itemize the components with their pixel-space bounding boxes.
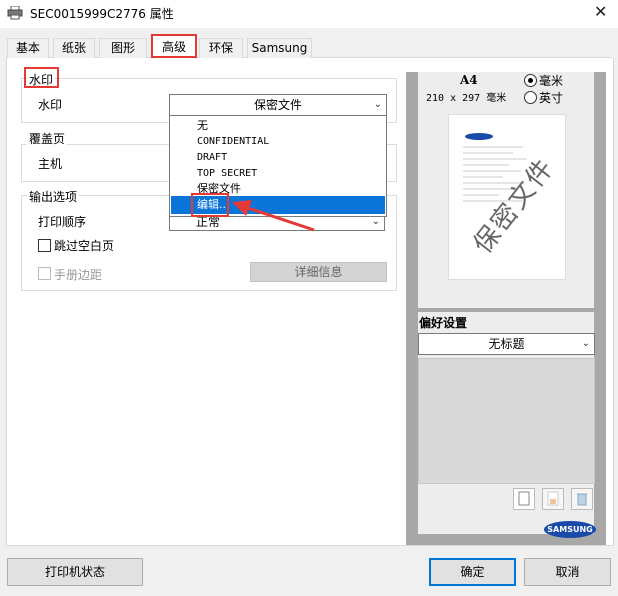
booklet-margin-label: 手册边距: [54, 268, 103, 282]
unit-mm-label: 毫米: [539, 74, 564, 88]
ok-button[interactable]: 确定: [429, 558, 516, 586]
unit-inch-radio[interactable]: [524, 91, 537, 104]
watermark-label: 水印: [38, 98, 63, 112]
delete-favorite-icon[interactable]: [571, 488, 593, 510]
skip-blank-checkbox[interactable]: [38, 239, 51, 252]
favorites-list: [418, 358, 595, 484]
print-order-label: 打印顺序: [38, 215, 87, 229]
unit-mm-radio[interactable]: [524, 74, 537, 87]
printer-icon: [7, 5, 23, 20]
favorites-label: 偏好设置: [419, 316, 468, 330]
save-favorite-icon[interactable]: [542, 488, 564, 510]
tab-graphics[interactable]: 图形: [99, 38, 147, 58]
watermark-select[interactable]: 保密文件 ⌄: [169, 94, 387, 116]
paper-dimensions: 210 x 297 毫米: [426, 93, 507, 104]
tab-paper[interactable]: 纸张: [53, 38, 95, 58]
brand-logo-small: [465, 129, 493, 140]
booklet-margin-checkbox[interactable]: [38, 267, 51, 280]
tab-basic[interactable]: 基本: [7, 38, 49, 58]
dropdown-option-none[interactable]: 无: [171, 118, 385, 134]
favorites-value: 无标题: [488, 337, 525, 351]
tab-samsung[interactable]: Samsung: [247, 38, 312, 58]
watermark-select-value: 保密文件: [253, 98, 302, 112]
dropdown-option-top-secret[interactable]: TOP SECRET: [171, 166, 385, 182]
printer-status-button[interactable]: 打印机状态: [7, 558, 143, 586]
output-options-legend: 输出选项: [27, 188, 80, 205]
paper-size-label: A4: [460, 73, 478, 87]
favorites-select[interactable]: 无标题 ⌄: [418, 333, 595, 355]
chevron-down-icon: ⌄: [581, 338, 590, 349]
overlay-group-legend: 覆盖页: [27, 130, 68, 147]
dropdown-option-draft[interactable]: DRAFT: [171, 150, 385, 166]
arrow-icon: [232, 200, 315, 232]
tab-advanced-highlight: [151, 34, 197, 58]
skip-blank-label: 跳过空白页: [54, 239, 115, 253]
details-button[interactable]: 详细信息: [250, 262, 387, 282]
window-title: SEC0015999C2776 属性: [30, 7, 174, 21]
tab-eco[interactable]: 环保: [199, 38, 243, 58]
paper-preview: 保密文件: [448, 114, 566, 280]
new-favorite-icon[interactable]: [513, 488, 535, 510]
close-icon[interactable]: ✕: [594, 2, 607, 21]
edit-option-highlight: [191, 193, 229, 217]
dropdown-option-confidential[interactable]: CONFIDENTIAL: [171, 134, 385, 150]
samsung-logo: SAMSUNG: [544, 521, 596, 538]
cancel-button[interactable]: 取消: [524, 558, 611, 586]
overlay-host-label: 主机: [38, 157, 63, 171]
chevron-down-icon: ⌄: [373, 99, 382, 110]
unit-inch-label: 英寸: [539, 91, 564, 105]
print-order-value: 正常: [196, 215, 221, 229]
watermark-legend-highlight: [24, 67, 59, 88]
